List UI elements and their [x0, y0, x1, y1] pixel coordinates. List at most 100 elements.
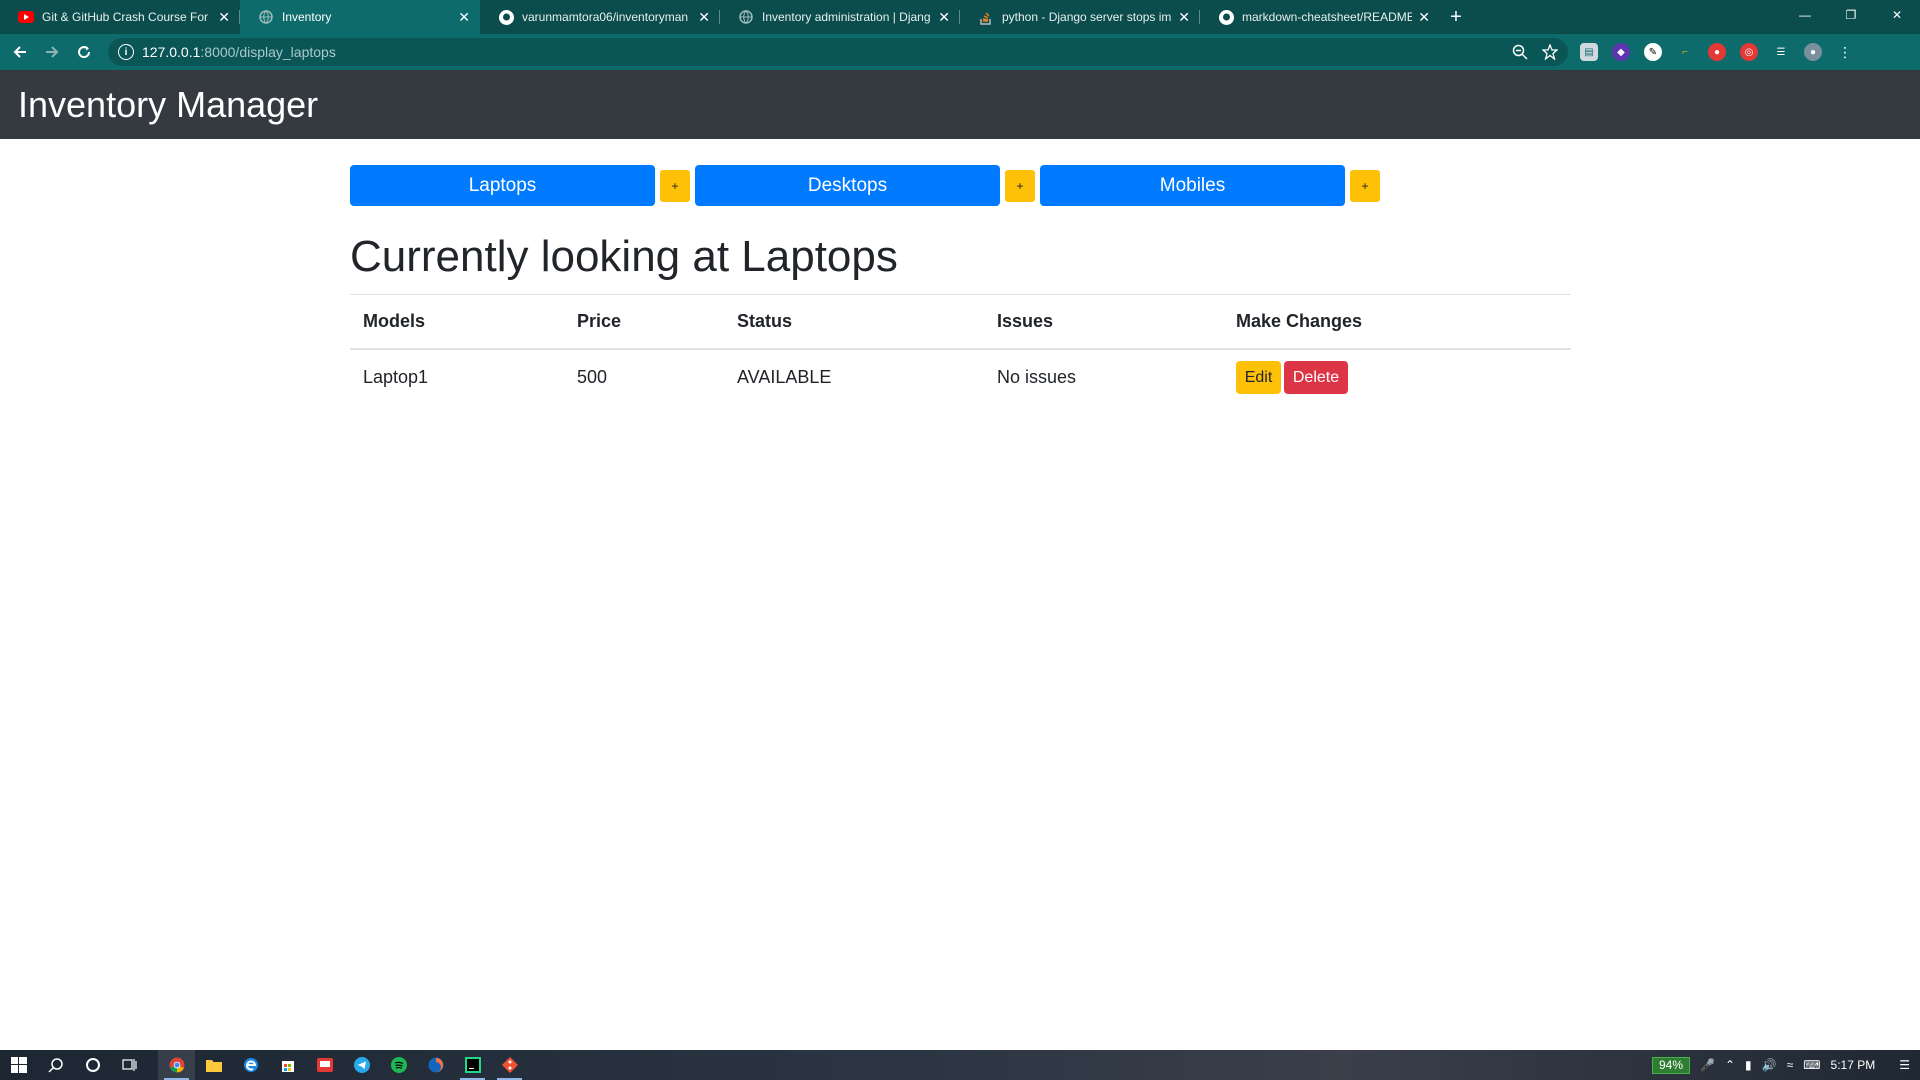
close-tab-icon[interactable]: ✕ — [938, 9, 950, 26]
stackoverflow-icon — [978, 9, 994, 25]
tab-title: varunmamtora06/inventoryman — [522, 10, 689, 24]
tab-title: Inventory — [282, 10, 332, 24]
battery-icon[interactable]: ▮ — [1745, 1058, 1752, 1072]
column-header-make-changes: Make Changes — [1223, 294, 1571, 350]
close-tab-icon[interactable]: ✕ — [458, 9, 470, 26]
bookmark-star-icon[interactable] — [1542, 44, 1558, 60]
globe-icon — [258, 9, 274, 25]
delete-button[interactable]: Delete — [1284, 360, 1348, 394]
browser-tab[interactable]: Inventory administration | Djang ✕ — [720, 0, 960, 34]
cell-issues: No issues — [997, 366, 1077, 387]
url-bar[interactable]: i 127.0.0.1:8000/display_laptops — [108, 38, 1568, 66]
search-icon[interactable] — [37, 1050, 74, 1080]
page-navbar: Inventory Manager — [0, 70, 1920, 139]
new-tab-button[interactable]: + — [1440, 0, 1472, 34]
site-info-icon[interactable]: i — [118, 44, 134, 60]
browser-tab-active[interactable]: Inventory ✕ — [240, 0, 480, 34]
cell-model: Laptop1 — [363, 366, 429, 387]
mail-icon[interactable] — [306, 1050, 343, 1080]
volume-icon[interactable]: 🔊 — [1762, 1058, 1777, 1072]
laptops-button[interactable]: Laptops — [350, 165, 655, 206]
browser-tab[interactable]: python - Django server stops im ✕ — [960, 0, 1200, 34]
spotify-icon[interactable] — [380, 1050, 417, 1080]
reload-icon — [78, 46, 91, 59]
pycharm-icon[interactable] — [454, 1050, 491, 1080]
battery-indicator[interactable]: 94% — [1652, 1056, 1691, 1074]
task-view-icon[interactable] — [111, 1050, 148, 1080]
extension-icon[interactable]: ✎ — [1644, 43, 1662, 61]
system-tray: 94% 🎤 ⌃ ▮ 🔊 ≈ ⌨ 5:17 PM ☰ — [1652, 1056, 1920, 1074]
table-row: Laptop1 500 AVAILABLE No issues Edit Dele… — [350, 349, 1571, 405]
forward-arrow-icon — [46, 46, 59, 58]
back-button[interactable] — [4, 34, 36, 70]
inventory-table: Models Price Status Issues Make Changes … — [350, 294, 1571, 405]
keyboard-icon[interactable]: ⌨ — [1803, 1058, 1820, 1072]
browser-toolbar: i 127.0.0.1:8000/display_laptops ▤ ◆ ✎ ⌐… — [0, 34, 1920, 70]
chevron-up-icon[interactable]: ⌃ — [1725, 1058, 1735, 1072]
browser-tab[interactable]: markdown-cheatsheet/README. ✕ — [1200, 0, 1440, 34]
close-tab-icon[interactable]: ✕ — [218, 9, 230, 26]
url-path: :8000/display_laptops — [200, 44, 336, 60]
edit-button[interactable]: Edit — [1236, 360, 1281, 394]
cortana-icon[interactable] — [74, 1050, 111, 1080]
microphone-icon[interactable]: 🎤 — [1700, 1058, 1715, 1072]
column-header-models: Models — [350, 294, 564, 350]
firefox-icon[interactable] — [417, 1050, 454, 1080]
forward-button[interactable] — [36, 34, 68, 70]
add-desktop-button[interactable]: + — [1005, 169, 1035, 202]
add-mobile-button[interactable]: + — [1350, 169, 1380, 202]
wifi-icon[interactable]: ≈ — [1787, 1058, 1794, 1072]
navbar-brand[interactable]: Inventory Manager — [18, 84, 318, 126]
table-header-row: Models Price Status Issues Make Changes — [350, 294, 1571, 350]
zoom-icon[interactable] — [1512, 44, 1528, 60]
add-laptop-button[interactable]: + — [660, 169, 690, 202]
windows-start-icon[interactable] — [0, 1050, 37, 1080]
close-tab-icon[interactable]: ✕ — [1418, 9, 1430, 26]
github-icon — [498, 9, 514, 25]
tab-title: python - Django server stops im — [1002, 10, 1172, 24]
menu-kebab-icon[interactable]: ⋮ — [1836, 43, 1854, 61]
cell-status: AVAILABLE — [737, 366, 832, 387]
close-tab-icon[interactable]: ✕ — [1178, 9, 1190, 26]
close-tab-icon[interactable]: ✕ — [698, 9, 710, 26]
tab-title: markdown-cheatsheet/README. — [1242, 10, 1413, 24]
file-explorer-icon[interactable] — [195, 1050, 232, 1080]
extensions-area: ▤ ◆ ✎ ⌐ ● ◎ ☰ ● ⋮ — [1580, 43, 1854, 61]
minimize-icon[interactable]: — — [1782, 0, 1828, 30]
browser-tab[interactable]: Git & GitHub Crash Course For B ✕ — [0, 0, 240, 34]
restore-icon[interactable]: ❐ — [1828, 0, 1874, 30]
column-header-issues: Issues — [984, 294, 1223, 350]
extension-icon[interactable]: ● — [1708, 43, 1726, 61]
mobiles-button[interactable]: Mobiles — [1040, 165, 1345, 206]
window-controls: — ❐ ✕ — [1782, 0, 1920, 30]
column-header-price: Price — [564, 294, 724, 350]
tab-title: Git & GitHub Crash Course For B — [42, 10, 213, 24]
store-icon[interactable] — [269, 1050, 306, 1080]
cell-price: 500 — [577, 366, 608, 387]
browser-tab[interactable]: varunmamtora06/inventoryman ✕ — [480, 0, 720, 34]
telegram-icon[interactable] — [343, 1050, 380, 1080]
browser-tab-strip: Git & GitHub Crash Course For B ✕ Invent… — [0, 0, 1920, 34]
column-header-status: Status — [724, 294, 984, 350]
clock[interactable]: 5:17 PM — [1831, 1058, 1876, 1072]
reload-button[interactable] — [68, 34, 100, 70]
extension-icon[interactable]: ⌐ — [1676, 43, 1694, 61]
git-icon[interactable] — [491, 1050, 528, 1080]
edge-icon[interactable] — [232, 1050, 269, 1080]
cell-actions: Edit Delete — [1223, 349, 1571, 405]
os-taskbar: 94% 🎤 ⌃ ▮ 🔊 ≈ ⌨ 5:17 PM ☰ — [0, 1050, 1920, 1080]
extension-icon[interactable]: ◎ — [1740, 43, 1758, 61]
youtube-icon — [18, 9, 34, 25]
notification-icon[interactable]: ☰ — [1899, 1058, 1910, 1072]
tab-title: Inventory administration | Djang — [762, 10, 931, 24]
category-button-row: Laptops + Desktops + Mobiles + — [350, 165, 1385, 206]
close-window-icon[interactable]: ✕ — [1874, 0, 1920, 30]
profile-avatar[interactable]: ● — [1804, 43, 1822, 61]
reading-list-icon[interactable]: ☰ — [1772, 43, 1790, 61]
desktops-button[interactable]: Desktops — [695, 165, 1000, 206]
extension-icon[interactable]: ◆ — [1612, 43, 1630, 61]
github-icon — [1218, 9, 1234, 25]
url-host: 127.0.0.1 — [142, 44, 201, 60]
chrome-icon[interactable] — [158, 1050, 195, 1080]
extension-icon[interactable]: ▤ — [1580, 43, 1598, 61]
